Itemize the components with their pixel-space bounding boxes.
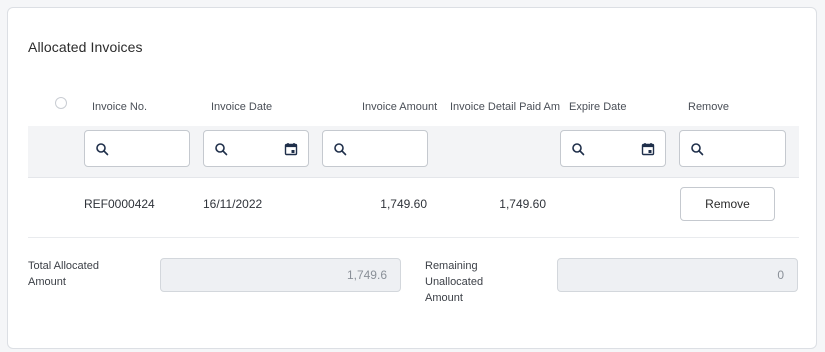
column-header-expire-date[interactable]: Expire Date <box>569 101 626 113</box>
calendar-icon[interactable] <box>641 142 655 156</box>
total-allocated-field: 1,749.6 <box>160 258 401 292</box>
cell-invoice-no: REF0000424 <box>84 197 155 211</box>
column-header-invoice-amount[interactable]: Invoice Amount <box>362 101 437 113</box>
filter-invoice-no-input[interactable] <box>84 130 190 167</box>
cell-invoice-date: 16/11/2022 <box>203 197 263 211</box>
column-header-detail-paid-amount[interactable]: Invoice Detail Paid Amou <box>450 101 560 113</box>
column-header-remove: Remove <box>688 101 729 113</box>
filter-remove-input[interactable] <box>679 130 786 167</box>
search-icon <box>572 143 585 156</box>
remove-button[interactable]: Remove <box>680 187 775 221</box>
cell-invoice-amount: 1,749.60 <box>380 197 427 211</box>
remaining-unallocated-label: Remaining Unallocated Amount <box>425 260 484 304</box>
search-icon <box>691 143 704 156</box>
search-icon <box>334 143 347 156</box>
search-icon <box>96 143 109 156</box>
section-title: Allocated Invoices <box>28 39 143 55</box>
select-all-checkbox[interactable] <box>55 97 67 109</box>
column-header-invoice-no[interactable]: Invoice No. <box>92 101 147 113</box>
cell-detail-paid-amount: 1,749.60 <box>499 197 546 211</box>
search-icon <box>215 143 228 156</box>
row-divider <box>28 237 799 238</box>
filter-expire-date-input[interactable] <box>560 130 666 167</box>
column-header-invoice-date[interactable]: Invoice Date <box>211 101 272 113</box>
filter-invoice-amount-input[interactable] <box>322 130 428 167</box>
remaining-unallocated-field: 0 <box>557 258 798 292</box>
calendar-icon[interactable] <box>284 142 298 156</box>
total-allocated-label: Total Allocated Amount <box>28 260 99 288</box>
allocated-invoices-card: Allocated Invoices Invoice No. Invoice D… <box>7 7 817 349</box>
filter-invoice-date-input[interactable] <box>203 130 309 167</box>
